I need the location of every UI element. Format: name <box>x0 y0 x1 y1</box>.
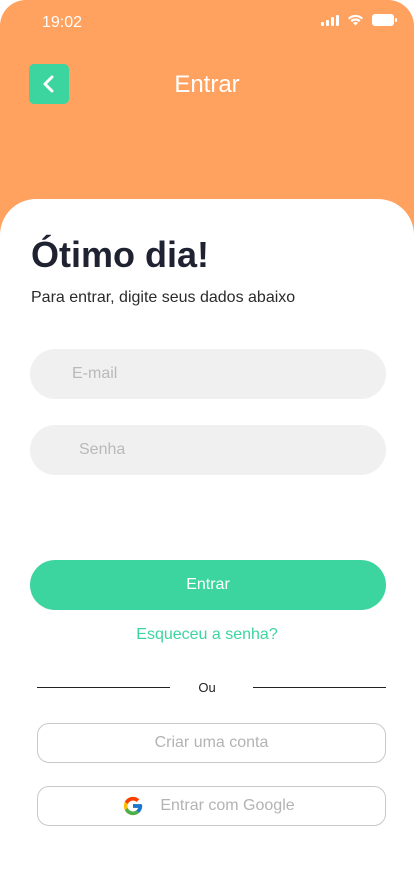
divider-line-right <box>253 687 386 688</box>
google-login-label: Entrar com Google <box>160 797 295 814</box>
google-icon <box>124 796 143 816</box>
forgot-password-link[interactable]: Esqueceu a senha? <box>0 626 414 644</box>
greeting-title: Ótimo dia! <box>31 234 209 275</box>
create-account-button[interactable]: Criar uma conta <box>37 723 386 763</box>
create-account-label: Criar uma conta <box>154 734 269 751</box>
page-title: Entrar <box>174 71 240 98</box>
app-screen: 19:02 Entrar Ótimo dia! Para entrar, dig… <box>0 0 414 896</box>
google-login-button[interactable]: Entrar com Google <box>37 786 386 826</box>
wifi-icon <box>348 14 363 26</box>
greeting-subtitle: Para entrar, digite seus dados abaixo <box>31 289 296 306</box>
email-field[interactable] <box>30 349 386 399</box>
login-button[interactable]: Entrar <box>30 560 386 610</box>
signal-icon <box>321 14 339 26</box>
battery-icon <box>372 14 397 26</box>
status-icons <box>321 14 397 26</box>
password-field[interactable] <box>30 425 386 475</box>
status-time: 19:02 <box>42 14 83 31</box>
